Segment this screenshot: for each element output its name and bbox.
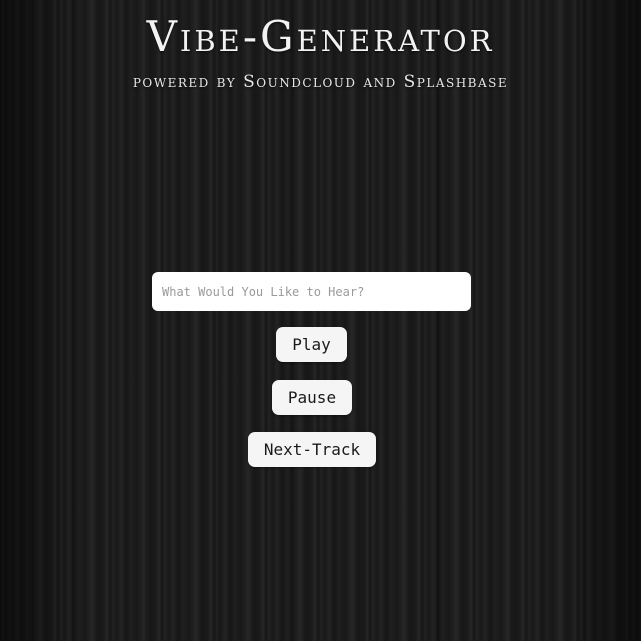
app-title: Vibe-Generator	[146, 12, 495, 61]
next-track-button[interactable]: Next-Track	[248, 432, 376, 467]
app-subtitle: powered by Soundcloud and Splashbase	[132, 72, 509, 92]
search-container	[152, 272, 471, 311]
play-button[interactable]: Play	[276, 327, 347, 362]
page-header: Vibe-Generator powered by Soundcloud and…	[0, 8, 641, 92]
search-input[interactable]	[152, 272, 471, 311]
pause-button[interactable]: Pause	[272, 380, 352, 415]
